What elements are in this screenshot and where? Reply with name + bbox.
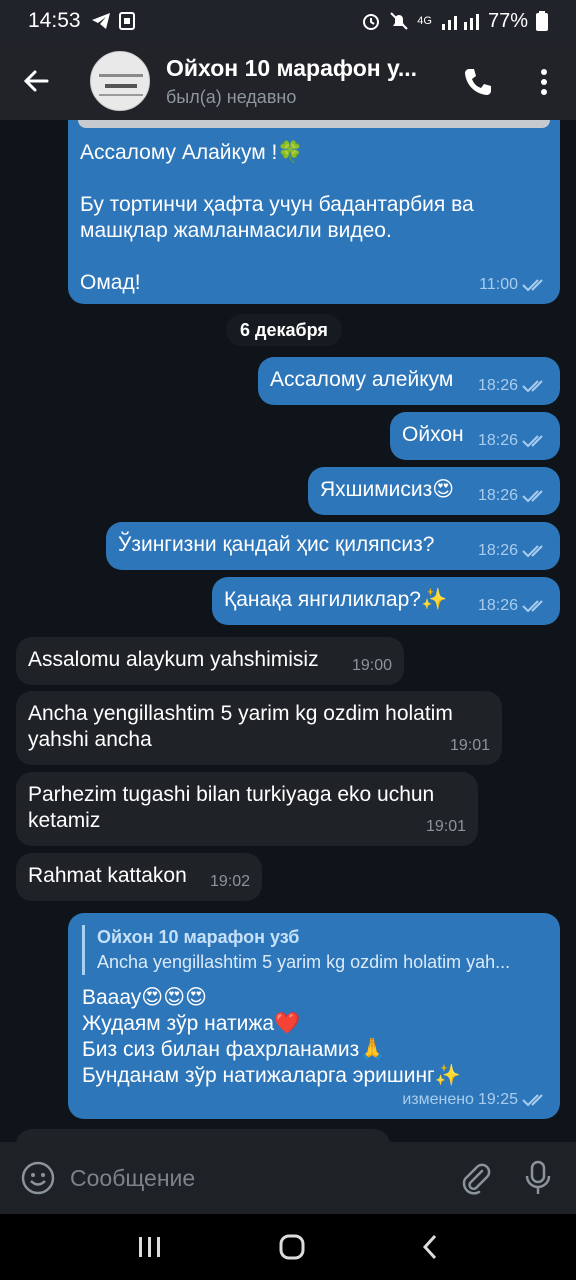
message-time: 18:26 [477, 487, 518, 504]
message-line: Бунданам зўр натижаларга эришинг✨ [82, 1064, 461, 1087]
message-outgoing[interactable]: Яхшимисиз😍 18:26 [308, 467, 560, 515]
reply-quote[interactable]: Ойхон 10 марафон узб Ancha yengillashtim… [82, 925, 546, 975]
message-input[interactable]: Сообщение [70, 1165, 458, 1192]
message-line: Parhezim tugashi bilan turkiyaga eko uch… [28, 783, 435, 806]
recent-apps-icon[interactable] [137, 1235, 163, 1259]
message-time: 19:00 [351, 657, 392, 674]
read-checkmarks-icon [522, 1094, 543, 1107]
message-time: 19:01 [449, 737, 490, 754]
reply-author: Ойхон 10 марафон узб [97, 927, 300, 947]
message-outgoing[interactable]: Ўзингизни қандай ҳис қиляпсиз? 18:26 [106, 522, 560, 570]
back-nav-icon[interactable] [421, 1234, 439, 1260]
alarm-icon [363, 14, 380, 30]
status-time: 14:53 [28, 9, 81, 32]
message-time: 18:26 [477, 597, 518, 614]
message-line: машқлар жамланмасили видео. [80, 219, 392, 242]
message-incoming[interactable]: Rahmat kattakon 19:02 [16, 853, 262, 901]
message-incoming[interactable]: Ancha yengillashtim 5 yarim kg ozdim hol… [16, 691, 502, 765]
message-incoming[interactable]: Parhezim tugashi bilan turkiyaga eko uch… [16, 772, 478, 846]
read-checkmarks-icon [522, 279, 543, 292]
edited-label: изменено [402, 1091, 474, 1108]
message-line: Ancha yengillashtim 5 yarim kg ozdim hol… [28, 702, 453, 725]
chat-title: Ойхон 10 марафон у... [166, 54, 417, 81]
message-line [80, 244, 548, 270]
read-checkmarks-icon [522, 600, 543, 613]
message-outgoing[interactable]: Ойхон 18:26 [390, 412, 560, 460]
message-line: Бу тортинчи ҳафта учун бадантарбия ва [80, 193, 474, 216]
last-seen-status: был(а) недавно [166, 86, 297, 107]
message-text: Rahmat kattakon [28, 864, 187, 887]
message-text: Қанақа янгиликлар?✨ [224, 588, 448, 611]
read-checkmarks-icon [522, 545, 543, 558]
read-checkmarks-icon [522, 380, 543, 393]
phone-icon[interactable] [462, 66, 494, 98]
message-time: 18:26 [477, 432, 518, 449]
message-composer: Сообщение [0, 1142, 576, 1214]
chat-title-block[interactable]: Ойхон 10 марафон у... был(а) недавно [166, 55, 436, 108]
message-line: yahshi ancha [28, 728, 152, 751]
message-outgoing[interactable]: Ассалому алейкум 18:26 [258, 357, 560, 405]
message-text: Assalomu alaykum yahshimisiz [28, 648, 319, 671]
message-line [80, 166, 548, 192]
message-text: Ойхон [402, 423, 464, 446]
signal-icon [441, 14, 479, 30]
message-time: 18:26 [477, 377, 518, 394]
read-checkmarks-icon [522, 490, 543, 503]
chat-header: Ойхон 10 марафон у... был(а) недавно [0, 42, 576, 120]
message-outgoing-reply[interactable]: Ойхон 10 марафон узб Ancha yengillashtim… [68, 913, 560, 1119]
message-line: Жудаям зўр натижа❤️ [82, 1012, 301, 1035]
message-text: Яхшимисиз😍 [320, 478, 455, 501]
message-time: 19:25 [477, 1091, 518, 1108]
message-line: Биз сиз билан фахрланамиз🙏 [82, 1038, 386, 1061]
paperclip-icon[interactable] [458, 1161, 492, 1195]
system-navigation-bar [0, 1214, 576, 1280]
read-checkmarks-icon [522, 435, 543, 448]
date-separator: 6 декабря [226, 314, 342, 346]
telegram-icon [91, 13, 110, 29]
message-incoming[interactable]: Assalomu alaykum yahshimisiz 19:00 [16, 637, 404, 685]
screenshot-icon [118, 12, 135, 30]
battery-icon [536, 11, 548, 31]
message-line: Омад! [80, 271, 141, 294]
home-icon[interactable] [278, 1233, 306, 1261]
status-bar: 14:53 4G 77% [0, 0, 576, 42]
emoji-icon[interactable] [20, 1160, 56, 1196]
message-line: ketamiz [28, 809, 101, 832]
battery-percent: 77% [487, 9, 528, 32]
mute-icon [390, 12, 408, 30]
message-time: 19:02 [209, 873, 250, 890]
message-time: 19:01 [425, 818, 466, 835]
message-text: Ўзингизни қандай ҳис қиляпсиз? [118, 533, 435, 556]
avatar[interactable] [90, 51, 150, 111]
message-outgoing[interactable]: Ассалому Алайкум !🍀 Бу тортинчи ҳафта уч… [68, 120, 560, 304]
microphone-icon[interactable] [524, 1160, 552, 1196]
message-text: Ассалому алейкум [270, 368, 454, 391]
message-line: Ассалому Алайкум !🍀 [80, 141, 304, 164]
message-time: 11:00 [479, 276, 518, 293]
message-time: 18:26 [477, 542, 518, 559]
more-options-icon[interactable] [536, 66, 552, 98]
message-outgoing[interactable]: Қанақа янгиликлар?✨ 18:26 [212, 577, 560, 625]
video-preview-edge [78, 120, 550, 128]
back-arrow-icon [23, 70, 49, 92]
message-line: Вааау😍😍😍 [82, 986, 207, 1009]
back-button[interactable] [0, 42, 72, 120]
network-type: 4G [417, 15, 432, 27]
reply-snippet: Ancha yengillashtim 5 yarim kg ozdim hol… [97, 952, 511, 972]
message-incoming[interactable] [16, 1129, 390, 1142]
message-list[interactable]: Ассалому Алайкум !🍀 Бу тортинчи ҳафта уч… [0, 120, 576, 1142]
